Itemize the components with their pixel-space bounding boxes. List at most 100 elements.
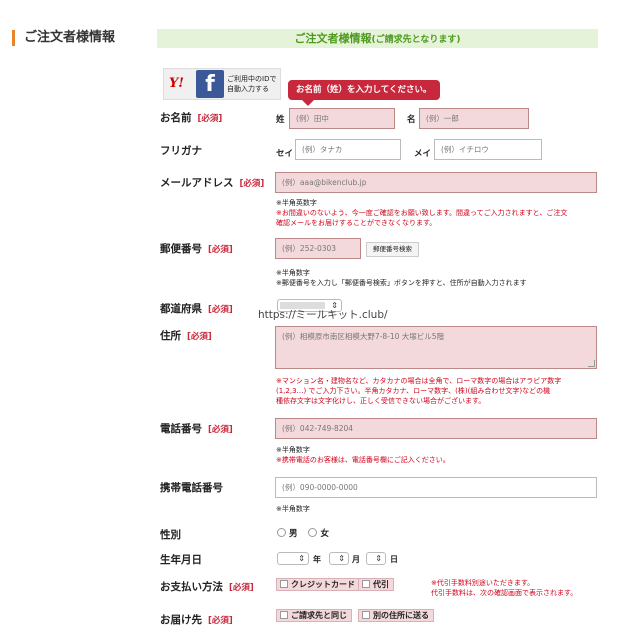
email-note-2: ※お間違いのないよう、今一度ご確認をお願い致します。間違ってご入力されますと、ご… <box>276 209 568 217</box>
email-note-1: ※半角英数字 <box>276 199 317 207</box>
sei-input[interactable]: (例）タナカ <box>295 139 401 160</box>
checkbox-icon[interactable] <box>362 611 370 619</box>
select-arrow-icon: ⇕ <box>298 554 305 563</box>
day-unit: 日 <box>390 555 398 564</box>
payment-label-text: お支払い方法 <box>160 581 223 593</box>
address-note-2: (1,2,3…) でご入力下さい。半角カタカナ、ローマ数字、(株)(組み合わせ文… <box>276 387 551 395</box>
required-badge: [必須] <box>229 583 254 593</box>
social-autofill-text: ご利用中のIDで 自動入力する <box>227 74 276 94</box>
phone-label-text: 電話番号 <box>160 423 202 435</box>
year-unit: 年 <box>313 555 321 564</box>
facebook-icon: f <box>196 70 224 98</box>
radio-icon[interactable] <box>277 528 286 537</box>
mobile-note: ※半角数字 <box>276 505 310 513</box>
postal-search-button[interactable]: 郵便番号検索 <box>366 242 419 257</box>
required-badge: [必須] <box>208 616 233 626</box>
address-note-3: 種依存文字は文字化けし、正しく受信できない場合がございます。 <box>276 397 486 405</box>
payment-cod-option[interactable]: 代引 <box>358 578 394 591</box>
resize-handle-icon[interactable] <box>588 360 595 367</box>
banner-title: ご注文者様情報 <box>294 32 372 45</box>
first-name-input[interactable]: (例）一郎 <box>419 108 529 129</box>
mei-label: メイ <box>414 149 432 159</box>
payment-credit-option[interactable]: クレジットカード <box>276 578 360 591</box>
last-name-input[interactable]: (例）田中 <box>289 108 395 129</box>
postal-label-text: 郵便番号 <box>160 243 202 255</box>
payment-note-2: 代引手数料は、次の確認画面で表示されます。 <box>431 589 578 597</box>
email-note: ※半角英数字 ※お間違いのないよう、今一度ご確認をお願い致します。間違ってご入力… <box>276 198 567 228</box>
checkbox-icon[interactable] <box>280 580 288 588</box>
phone-input[interactable]: (例）042-749-8204 <box>275 418 597 439</box>
name-label: お名前 [必須] <box>160 110 222 125</box>
birth-day-select[interactable]: ⇕ <box>366 552 386 565</box>
address-label-text: 住所 <box>160 330 181 342</box>
watermark-url: https://ミールキット.club/ <box>258 309 388 321</box>
postal-note-2: ※郵便番号を入力し「郵便番号検索」ボタンを押すと、住所が自動入力されます <box>276 279 527 287</box>
banner-subtitle: (ご請求先となります) <box>371 35 461 45</box>
phone-note: ※半角数字 ※携帯電話のお客様は、電話番号欄にご記入ください。 <box>276 445 450 465</box>
required-badge: [必須] <box>208 245 233 255</box>
delivery-other-option[interactable]: 別の住所に送る <box>358 609 434 622</box>
gender-female-option[interactable]: 女 <box>308 528 329 539</box>
mobile-input[interactable]: (例）090-0000-0000 <box>275 477 597 498</box>
phone-label: 電話番号 [必須] <box>160 421 233 436</box>
payment-cod-label: 代引 <box>373 580 389 589</box>
radio-icon[interactable] <box>308 528 318 537</box>
side-section-title: ご注文者様情報 <box>12 30 115 46</box>
phone-note-1: ※半角数字 <box>276 446 310 454</box>
birth-year-select[interactable]: ⇕ <box>277 552 309 565</box>
required-badge: [必須] <box>197 114 223 124</box>
sei-label: セイ <box>276 149 294 159</box>
birth-month-select[interactable]: ⇕ <box>329 552 349 565</box>
social-text-line2: 自動入力する <box>227 85 269 93</box>
checkbox-icon[interactable] <box>280 611 288 619</box>
checkbox-icon[interactable] <box>362 580 370 588</box>
first-name-label: 名 <box>407 115 416 125</box>
email-label: メールアドレス [必須] <box>160 175 264 190</box>
address-note-1: ※マンション名・建物名など、カタカナの場合は全角で、ローマ数字の場合はアラビア数… <box>276 377 562 385</box>
gender-male-option[interactable]: 男 <box>277 528 298 539</box>
postal-note: ※半角数字 ※郵便番号を入力し「郵便番号検索」ボタンを押すと、住所が自動入力され… <box>276 268 527 288</box>
address-label: 住所 [必須] <box>160 328 212 343</box>
gender-female-label: 女 <box>320 529 329 539</box>
furigana-label: フリガナ <box>160 145 202 157</box>
delivery-label-text: お届け先 <box>160 614 202 626</box>
select-arrow-icon: ⇕ <box>338 554 345 563</box>
payment-credit-label: クレジットカード <box>291 580 355 589</box>
postal-label: 郵便番号 [必須] <box>160 241 233 256</box>
social-text-line1: ご利用中のIDで <box>227 75 277 83</box>
month-unit: 月 <box>352 555 360 564</box>
yahoo-icon: Y! <box>169 76 184 91</box>
address-note: ※マンション名・建物名など、カタカナの場合は全角で、ローマ数字の場合はアラビア数… <box>276 376 561 406</box>
birthday-label: 生年月日 <box>160 554 202 566</box>
postal-input[interactable]: (例）252-0303 <box>275 238 361 259</box>
prefecture-label: 都道府県 [必須] <box>160 301 233 316</box>
last-name-label: 姓 <box>276 115 285 125</box>
gender-label: 性別 <box>160 529 181 541</box>
required-badge: [必須] <box>208 305 233 315</box>
delivery-label: お届け先 [必須] <box>160 612 233 627</box>
postal-note-1: ※半角数字 <box>276 269 310 277</box>
name-label-text: お名前 <box>160 112 192 124</box>
email-note-3: 確認メールをお届けすることができなくなります。 <box>276 219 437 227</box>
social-autofill-button[interactable]: Y! f ご利用中のIDで 自動入力する <box>163 68 281 100</box>
delivery-same-option[interactable]: ご請求先と同じ <box>276 609 352 622</box>
validation-tooltip: お名前（姓）を入力してください。 <box>288 80 440 106</box>
email-input[interactable]: (例）aaa@bikenclub.jp <box>275 172 597 193</box>
address-placeholder: (例）相模原市南区相模大野7-8-10 大塚ビル5階 <box>282 332 445 341</box>
mobile-label: 携帯電話番号 <box>160 482 223 494</box>
gender-male-label: 男 <box>289 529 298 539</box>
delivery-same-label: ご請求先と同じ <box>291 611 347 620</box>
payment-note-1: ※代引手数料別途いただきます。 <box>431 579 535 587</box>
select-arrow-icon: ⇕ <box>375 554 382 563</box>
mei-input[interactable]: (例）イチロウ <box>434 139 542 160</box>
gender-options: 男 女 <box>277 527 329 539</box>
payment-label: お支払い方法 [必須] <box>160 579 254 594</box>
prefecture-label-text: 都道府県 <box>160 303 202 315</box>
delivery-other-label: 別の住所に送る <box>373 611 429 620</box>
required-badge: [必須] <box>239 179 265 189</box>
address-input[interactable]: (例）相模原市南区相模大野7-8-10 大塚ビル5階 <box>275 326 597 369</box>
required-badge: [必須] <box>187 332 212 342</box>
phone-note-2: ※携帯電話のお客様は、電話番号欄にご記入ください。 <box>276 456 450 464</box>
email-label-text: メールアドレス <box>160 177 234 189</box>
section-banner: ご注文者様情報(ご請求先となります) <box>157 29 598 48</box>
